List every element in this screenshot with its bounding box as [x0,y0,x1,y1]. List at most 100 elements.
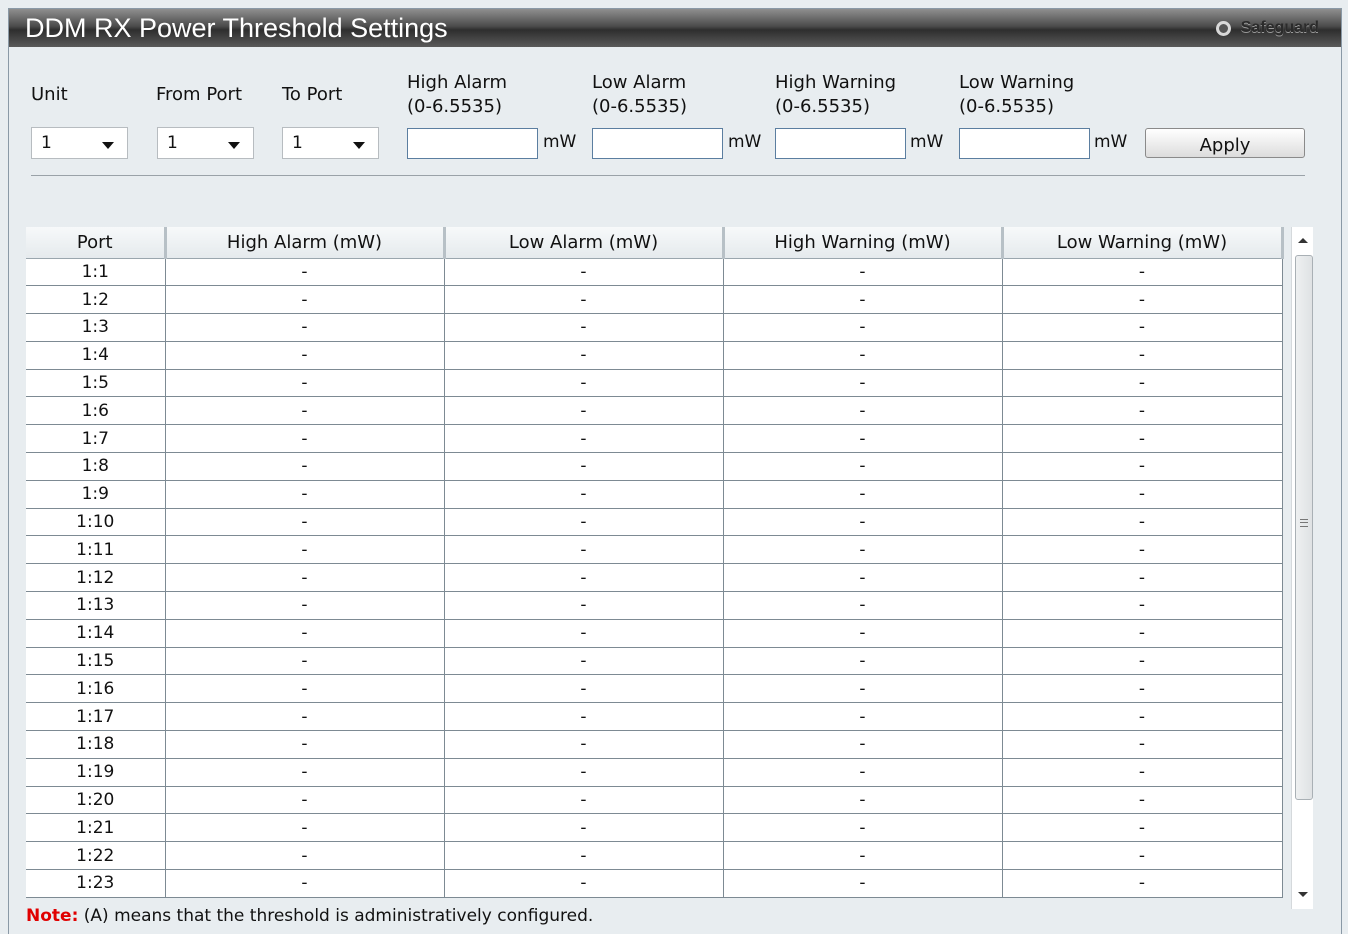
cell-low-alarm: - [444,341,724,370]
col-header-low-warning: Low Warning (mW) [1002,227,1284,259]
scroll-up-icon[interactable] [1298,238,1308,243]
table-row: 1:16- - - - [26,674,1283,704]
cell-high-alarm: - [165,369,445,398]
table-scrollbar[interactable] [1291,227,1313,909]
table-row: 1:15- - - - [26,647,1283,676]
cell-low-alarm: - [444,674,724,704]
cell-high-warning: - [723,841,1003,871]
cell-low-alarm: - [444,758,724,787]
table-row: 1:13- - - - [26,591,1283,620]
table-row: 1:21- - - - [26,813,1283,843]
cell-high-alarm: - [165,313,445,342]
cell-low-warning: - [1002,424,1283,454]
from-port-select[interactable]: 1 [157,127,254,159]
scroll-down-icon[interactable] [1298,892,1308,897]
cell-high-warning: - [723,313,1003,342]
cell-low-warning: - [1002,647,1283,676]
cell-low-warning: - [1002,396,1283,426]
cell-low-warning: - [1002,480,1283,509]
cell-low-alarm: - [444,313,724,342]
cell-high-alarm: - [165,508,445,537]
low-alarm-input[interactable] [592,128,723,159]
cell-high-alarm: - [165,841,445,871]
cell-high-warning: - [723,452,1003,481]
high-alarm-label: High Alarm [407,72,508,93]
table-row: 1:6- - - - [26,396,1283,426]
table-row: 1:5- - - - [26,369,1283,398]
low-warning-range: (0-6.5535) [959,96,1054,117]
cell-high-warning: - [723,563,1003,593]
safeguard-label: Safeguard [1240,19,1319,36]
cell-high-warning: - [723,258,1003,287]
table-body: 1:1- - - -1:2- - - -1:3- - - -1:4- - - -1:5- - - -1:6- -… [26,258,1283,898]
table-row: 1:23- - - - [26,869,1283,898]
cell-port: 1:22 [26,841,166,871]
from-port-select-value: 1 [167,133,178,153]
cell-low-alarm: - [444,480,724,509]
note-label: Note: [26,906,79,926]
threshold-table: Port High Alarm (mW) Low Alarm (mW) High… [26,227,1284,898]
table-row: 1:20- - - - [26,786,1283,815]
cell-low-alarm: - [444,813,724,843]
cell-low-warning: - [1002,758,1283,787]
cell-low-warning: - [1002,258,1283,287]
cell-high-alarm: - [165,396,445,426]
cell-port: 1:20 [26,786,166,815]
cell-port: 1:21 [26,813,166,843]
cell-port: 1:8 [26,452,166,481]
cell-high-warning: - [723,341,1003,370]
cell-low-alarm: - [444,619,724,648]
cell-port: 1:6 [26,396,166,426]
low-warning-input[interactable] [959,128,1090,159]
cell-low-alarm: - [444,424,724,454]
high-alarm-unit: mW [543,132,577,152]
to-port-select[interactable]: 1 [282,127,379,159]
cell-low-alarm: - [444,730,724,759]
low-alarm-label: Low Alarm [592,72,687,93]
cell-high-warning: - [723,508,1003,537]
high-alarm-range: (0-6.5535) [407,96,502,117]
cell-high-alarm: - [165,730,445,759]
cell-port: 1:17 [26,702,166,732]
chevron-down-icon [102,142,114,149]
table-row: 1:19- - - - [26,758,1283,787]
cell-high-warning: - [723,674,1003,704]
cell-high-warning: - [723,869,1003,898]
cell-high-warning: - [723,480,1003,509]
cell-port: 1:9 [26,480,166,509]
to-port-label: To Port [282,84,343,105]
col-header-high-warning: High Warning (mW) [723,227,1004,259]
unit-select[interactable]: 1 [31,127,128,159]
table-row: 1:2- - - - [26,285,1283,315]
cell-high-alarm: - [165,591,445,620]
cell-low-warning: - [1002,313,1283,342]
cell-high-warning: - [723,396,1003,426]
page-title: DDM RX Power Threshold Settings [25,13,448,43]
low-alarm-range: (0-6.5535) [592,96,687,117]
cell-low-alarm: - [444,396,724,426]
cell-low-alarm: - [444,702,724,732]
safeguard-circle-icon [1215,20,1231,36]
cell-high-warning: - [723,786,1003,815]
unit-label: Unit [31,84,68,105]
cell-high-warning: - [723,619,1003,648]
cell-high-warning: - [723,730,1003,759]
table-row: 1:7- - - - [26,424,1283,454]
table-row: 1:18- - - - [26,730,1283,759]
cell-low-warning: - [1002,702,1283,732]
unit-select-value: 1 [41,133,52,153]
cell-low-warning: - [1002,369,1283,398]
scroll-thumb[interactable] [1295,255,1313,800]
ddm-rx-power-panel: DDM RX Power Threshold Settings Safeguar… [8,8,1342,934]
safeguard-button[interactable]: Safeguard [1215,9,1319,47]
high-warning-input[interactable] [775,128,906,159]
note: Note: (A) means that the threshold is ad… [26,905,593,927]
chevron-down-icon [353,142,365,149]
from-port-label: From Port [156,84,243,105]
cell-port: 1:14 [26,619,166,648]
low-warning-unit: mW [1094,132,1128,152]
apply-button[interactable]: Apply [1145,128,1305,158]
table-row: 1:17- - - - [26,702,1283,732]
col-header-port: Port [26,227,167,259]
high-alarm-input[interactable] [407,128,538,159]
